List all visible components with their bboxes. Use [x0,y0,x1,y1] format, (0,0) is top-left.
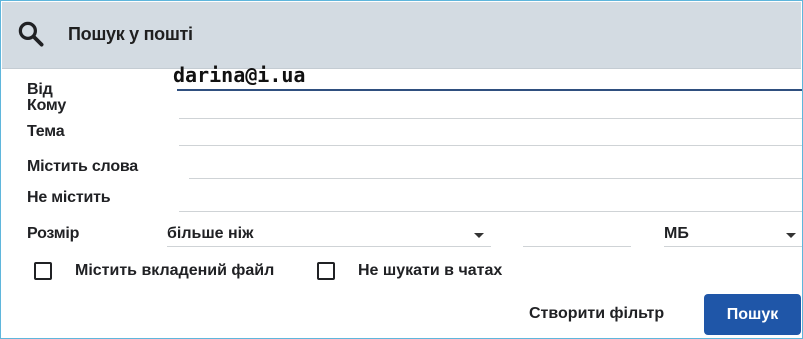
size-unit-underline [664,246,802,247]
search-title: Пошук у пошті [68,24,193,44]
search-header: Пошук у пошті [2,2,801,69]
doesnt-have-field[interactable] [179,211,802,212]
size-unit-select[interactable]: МБ [664,225,689,243]
has-attachment-checkbox[interactable] [34,262,52,280]
search-icon[interactable] [16,19,46,49]
size-label: Розмір [27,225,80,242]
has-attachment-label: Містить вкладений файл [75,262,275,279]
to-label: Кому [27,97,67,114]
subject-label: Тема [27,123,65,140]
search-button[interactable]: Пошук [704,294,801,335]
doesnt-have-label: Не містить [27,189,111,206]
has-words-field[interactable] [189,178,802,179]
has-words-label: Містить слова [27,158,139,175]
to-field[interactable] [179,118,802,119]
chevron-down-icon[interactable] [786,233,796,238]
size-comparator-underline [167,246,491,247]
chevron-down-icon[interactable] [474,233,484,238]
create-filter-link[interactable]: Створити фільтр [529,305,664,323]
subject-field[interactable] [179,145,802,146]
advanced-search-panel: Пошук у пошті Від darina@i.ua Кому Тема … [0,0,803,339]
from-field-underline[interactable] [177,89,802,91]
exclude-chats-label: Не шукати в чатах [358,262,503,279]
exclude-chats-checkbox[interactable] [317,262,335,280]
from-input[interactable]: darina@i.ua [173,63,305,87]
size-value-field[interactable] [523,246,631,247]
size-comparator-select[interactable]: більше ніж [167,225,253,243]
